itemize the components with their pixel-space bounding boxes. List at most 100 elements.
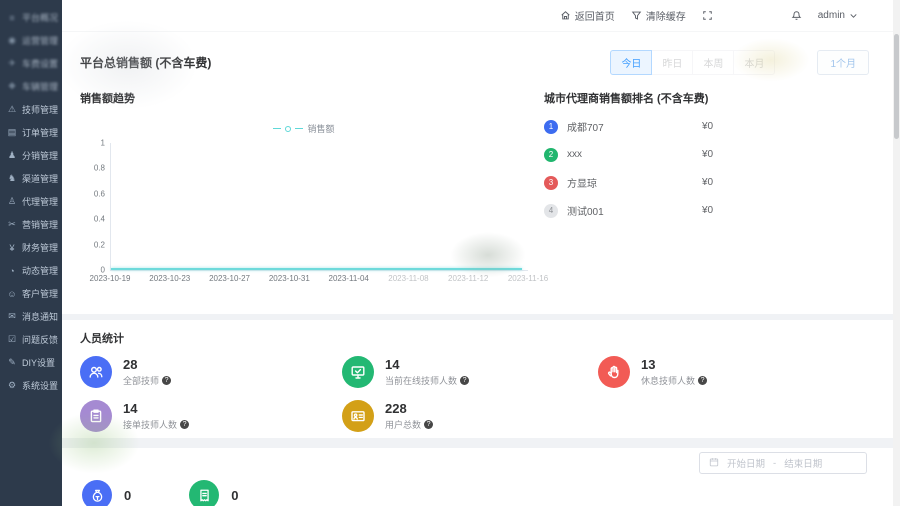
range-yesterday-button[interactable]: 昨日	[652, 50, 693, 75]
clear-cache-link[interactable]: 清除缓存	[631, 8, 686, 23]
start-date-placeholder[interactable]: 开始日期	[727, 456, 765, 470]
x-axis-tick: 2023-10-27	[209, 274, 250, 283]
date-range-separator: -	[773, 458, 776, 469]
sales-series-line	[111, 268, 522, 270]
sidebar-item-marketing[interactable]: ✂营销管理	[0, 213, 62, 236]
bottom-stat-row: 0 0	[82, 480, 238, 506]
stat-value: 14	[123, 401, 189, 416]
stat-resting-technicians: 13 休息技师人数?	[598, 352, 853, 392]
technician-icon: ⚠	[7, 104, 17, 115]
y-axis-tick: 0.8	[81, 164, 105, 173]
range-today-button[interactable]: 今日	[610, 50, 652, 75]
diy-icon: ✎	[7, 357, 17, 368]
bottom-stats-card: 开始日期 - 结束日期 0 0	[62, 448, 893, 506]
stat-all-technicians: 28 全部技师?	[80, 352, 342, 392]
funnel-icon	[631, 10, 642, 21]
users-icon	[80, 356, 112, 388]
date-range-picker[interactable]: 开始日期 - 结束日期	[699, 452, 867, 474]
rank-badge: 4	[544, 204, 558, 218]
chart-legend[interactable]: 销售额	[80, 122, 528, 135]
notification-bell-button[interactable]	[791, 10, 802, 21]
stat-online-technicians: 14 当前在线技师人数?	[342, 352, 598, 392]
dynamics-icon: ◔	[7, 266, 17, 276]
sidebar-item-channel[interactable]: ♞渠道管理	[0, 167, 62, 190]
stat-value: 228	[385, 401, 433, 416]
range-week-button[interactable]: 本周	[693, 50, 734, 75]
ranking-row: 1 成都707 ¥0	[544, 119, 863, 134]
x-axis-tick: 2023-11-08	[388, 274, 428, 283]
range-month-button[interactable]: 本月	[734, 50, 775, 75]
sidebar-item-system-settings[interactable]: ⚙系统设置	[0, 374, 62, 397]
fullscreen-button[interactable]	[702, 10, 713, 21]
sidebar-item-notifications[interactable]: ✉消息通知	[0, 305, 62, 328]
message-icon: ✉	[7, 311, 17, 322]
ranking-row: 4 测试001 ¥0	[544, 203, 863, 218]
finance-icon: ¥	[7, 243, 17, 253]
vertical-scrollbar[interactable]	[893, 0, 900, 506]
agent-amount: ¥0	[702, 205, 713, 216]
section-divider	[62, 438, 893, 448]
stat-value: 0	[124, 488, 131, 503]
sidebar: ≡平台概况 ◉运营管理 ✈车费设置 ❖车辆管理 ⚠技师管理 ▤订单管理 ♟分销管…	[0, 0, 62, 506]
end-date-placeholder[interactable]: 结束日期	[784, 456, 822, 470]
fare-icon: ✈	[7, 58, 17, 69]
sidebar-item-finance[interactable]: ¥财务管理	[0, 236, 62, 259]
ranking-row: 2 xxx ¥0	[544, 147, 863, 162]
sidebar-item-agent[interactable]: ♙代理管理	[0, 190, 62, 213]
back-home-link[interactable]: 返回首页	[560, 8, 615, 23]
agent-icon: ♙	[7, 196, 17, 207]
y-axis-tick: 0.4	[81, 215, 105, 224]
monitor-check-icon	[342, 356, 374, 388]
stat-label: 休息技师人数	[641, 374, 695, 387]
x-axis-tick: 2023-10-19	[90, 274, 131, 283]
legend-line-icon	[273, 128, 281, 130]
help-icon[interactable]: ?	[424, 420, 433, 429]
agent-amount: ¥0	[702, 121, 713, 132]
page-title: 平台总销售额 (不含车费)	[80, 54, 211, 71]
sidebar-item-technician[interactable]: ⚠技师管理	[0, 98, 62, 121]
overview-icon: ≡	[7, 13, 17, 23]
help-icon[interactable]: ?	[180, 420, 189, 429]
stat-amount: 0	[82, 480, 131, 506]
home-icon	[560, 10, 571, 21]
x-axis: 2023-10-19 2023-10-23 2023-10-27 2023-10…	[110, 274, 528, 288]
sidebar-item-fare-settings[interactable]: ✈车费设置	[0, 52, 62, 75]
sidebar-item-orders[interactable]: ▤订单管理	[0, 121, 62, 144]
sidebar-item-platform-overview[interactable]: ≡平台概况	[0, 6, 62, 29]
scrollbar-thumb[interactable]	[894, 34, 899, 139]
top-header: 返回首页 清除缓存 admin	[62, 0, 893, 32]
trend-title: 销售额趋势	[80, 90, 528, 106]
agent-name: 成都707	[567, 119, 604, 134]
hand-icon	[598, 356, 630, 388]
ranking-row: 3 方显琼 ¥0	[544, 175, 863, 190]
orders-icon: ▤	[7, 127, 17, 138]
x-axis-tick: 2023-11-16	[508, 274, 548, 283]
sales-overview-card: 平台总销售额 (不含车费) 今日 昨日 本周 本月 1个月 销售额趋势 销售额 …	[62, 32, 893, 314]
sidebar-item-operation[interactable]: ◉运营管理	[0, 29, 62, 52]
legend-dot-icon	[285, 126, 291, 132]
feedback-icon: ☑	[7, 334, 17, 345]
personnel-stats-card: 人员统计 28 全部技师? 14 当前在线技师人数?	[62, 320, 893, 438]
one-month-button[interactable]: 1个月	[817, 50, 869, 75]
sidebar-item-dynamics[interactable]: ◔动态管理	[0, 259, 62, 282]
x-axis-tick: 2023-11-12	[448, 274, 488, 283]
x-axis-tick: 2023-10-23	[149, 274, 190, 283]
stat-label: 接单技师人数	[123, 418, 177, 431]
stat-value: 13	[641, 357, 707, 372]
sidebar-item-distribution[interactable]: ♟分销管理	[0, 144, 62, 167]
sidebar-item-vehicle[interactable]: ❖车辆管理	[0, 75, 62, 98]
help-icon[interactable]: ?	[162, 376, 171, 385]
marketing-icon: ✂	[7, 219, 17, 230]
help-icon[interactable]: ?	[460, 376, 469, 385]
help-icon[interactable]: ?	[698, 376, 707, 385]
ranking-title: 城市代理商销售额排名 (不含车费)	[544, 90, 863, 106]
sidebar-item-feedback[interactable]: ☑问题反馈	[0, 328, 62, 351]
user-menu[interactable]: admin	[818, 10, 859, 21]
agent-name: 方显琼	[567, 175, 597, 190]
rank-badge: 2	[544, 148, 558, 162]
x-axis-tick: 2023-10-31	[269, 274, 310, 283]
y-axis-tick: 0.2	[81, 240, 105, 249]
bell-icon	[791, 10, 802, 21]
sidebar-item-customer[interactable]: ☺客户管理	[0, 282, 62, 305]
sidebar-item-diy-settings[interactable]: ✎DIY设置	[0, 351, 62, 374]
